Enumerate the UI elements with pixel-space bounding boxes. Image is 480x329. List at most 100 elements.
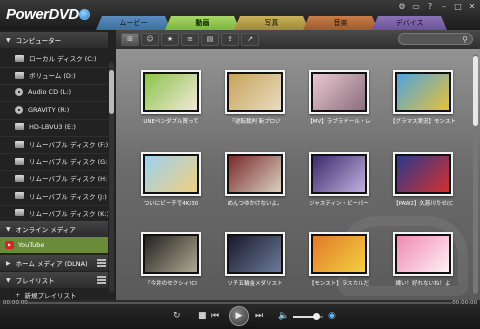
tab-photo[interactable]: 写真	[234, 16, 309, 30]
help-icon[interactable]: ?	[426, 3, 434, 11]
thumbnail-image	[145, 236, 197, 272]
sidebar-item-drive[interactable]: HD-LBVU3 (E:)	[0, 118, 108, 137]
sidebar-item-drive[interactable]: Audio CD (L:)	[0, 83, 108, 103]
close-icon[interactable]: ✕	[468, 3, 476, 11]
tab-device[interactable]: デバイス	[372, 16, 447, 30]
current-time: 00:00:00	[3, 300, 28, 306]
video-thumbnail[interactable]	[309, 70, 369, 114]
grid-view-icon[interactable]: ⊞	[121, 33, 139, 46]
drive-icon	[15, 157, 24, 165]
video-item[interactable]: 【グラマス実況】モンスト	[390, 70, 456, 128]
video-thumbnail[interactable]	[309, 152, 369, 196]
video-item[interactable]: ソチ五輪金メダリスト	[225, 232, 285, 290]
video-title: 縄い！好れないね！よ	[395, 281, 451, 287]
home-media-header[interactable]: ▶ ホーム メディア (DLNA)	[0, 255, 108, 271]
video-item[interactable]: ジャスティン・ビーバー	[309, 152, 369, 210]
video-item[interactable]: ついにビーチで4K/30	[141, 152, 201, 210]
title-bar: PowerDVD ムービー 動画 写真 音楽 デバイス ⚙ ▭ ? – □ ✕	[0, 0, 480, 30]
video-thumbnail[interactable]	[309, 232, 369, 276]
minimize-icon[interactable]: –	[440, 3, 448, 11]
play-button[interactable]: ▶	[229, 306, 249, 326]
drive-icon	[15, 209, 24, 217]
sidebar-item-drive[interactable]: ボリューム (D:)	[0, 66, 108, 86]
thumbnail-image	[229, 74, 281, 110]
video-item[interactable]: 『逆転裁判 新プロジ	[225, 70, 285, 128]
sidebar-item-drive[interactable]: リムーバブル ディスク (F:)	[0, 135, 108, 154]
computer-header[interactable]: ▼ コンピューター	[0, 32, 108, 48]
tv-icon[interactable]: ▭	[412, 3, 420, 11]
people-icon[interactable]: ☺	[141, 33, 159, 46]
eye-icon[interactable]: ◉	[328, 310, 336, 322]
tab-movie[interactable]: ムービー	[96, 16, 171, 30]
drive-label: ボリューム (D:)	[29, 72, 76, 81]
sidebar-item-new-playlist[interactable]: + 新規プレイリスト	[0, 289, 108, 300]
thumbnail-image	[229, 236, 281, 272]
video-thumbnail[interactable]	[141, 70, 201, 114]
player-bar: 00:00:00 00:00:00 ↻ ■ ⏮ ▶ ⏭ 🔈 ◉	[0, 300, 480, 329]
maximize-icon[interactable]: □	[454, 3, 462, 11]
repeat-icon[interactable]: ↻	[173, 310, 181, 322]
sidebar-item-drive[interactable]: リムーバブル ディスク (H:)	[0, 169, 108, 189]
video-item[interactable]: UNEペンダブル買って	[141, 70, 201, 128]
sidebar-item-drive[interactable]: ローカル ディスク (C:)	[0, 49, 108, 68]
thumbnail-image	[229, 156, 281, 192]
video-title: 【MV】ラブラドール・レ	[307, 119, 371, 125]
volume-knob[interactable]	[312, 313, 320, 320]
sidebar-item-youtube[interactable]: ▶ YouTube	[0, 237, 108, 253]
menu-icon[interactable]	[97, 259, 106, 267]
tab-music[interactable]: 音楽	[303, 16, 378, 30]
video-title: ジャスティン・ビーバー	[309, 201, 369, 207]
thumbnail-image	[397, 156, 449, 192]
gear-icon[interactable]: ⚙	[398, 3, 406, 11]
thumbnail-image	[397, 236, 449, 272]
next-icon[interactable]: ⏭	[255, 310, 263, 322]
search-input[interactable]: ⚲	[398, 33, 473, 45]
sidebar-item-drive[interactable]: リムーバブル ディスク (G:)	[0, 152, 108, 172]
tab-video[interactable]: 動画	[165, 16, 240, 30]
drive-icon	[15, 71, 24, 79]
sidebar-item-drive[interactable]: リムーバブル ディスク (J:)	[0, 187, 108, 206]
sidebar-item-drive[interactable]: GRAVITY (R:)	[0, 101, 108, 120]
previous-icon[interactable]: ⏮	[211, 310, 219, 322]
library-scroll-thumb[interactable]	[473, 56, 478, 126]
menu-icon[interactable]	[97, 276, 106, 284]
youtube-icon: ▶	[5, 241, 14, 249]
app-menu-icon[interactable]	[79, 9, 90, 20]
sidebar-scroll-thumb[interactable]	[109, 70, 114, 114]
disc-icon	[15, 105, 23, 114]
video-item[interactable]: 【MV】ラブラドール・レ	[307, 70, 371, 128]
video-thumbnail[interactable]	[225, 70, 285, 114]
sidebar-item-drive[interactable]: リムーバブル ディスク (K:)	[0, 204, 108, 223]
share-icon[interactable]: ↗	[241, 33, 259, 46]
video-thumbnail[interactable]	[225, 232, 285, 276]
video-title: 【モンスト】ラスカルだ	[308, 281, 370, 287]
playlist-header[interactable]: ▼ プレイリスト	[0, 272, 108, 288]
video-item[interactable]: 【モンスト】ラスカルだ	[309, 232, 369, 290]
volume-icon[interactable]: 🔈	[278, 310, 289, 322]
video-thumbnail[interactable]	[141, 232, 201, 276]
drive-icon	[15, 140, 24, 148]
slideshow-icon[interactable]: ▤	[201, 33, 219, 46]
drive-icon	[15, 123, 24, 131]
stop-icon[interactable]: ■	[198, 310, 207, 322]
drive-label: リムーバブル ディスク (F:)	[29, 141, 108, 149]
video-item[interactable]: 【PAW2】久慈川りせ(C	[393, 152, 453, 210]
video-library: ⊞ ☺ ★ ≡ ▤ ⇪ ↗ ⚲ UNEペンダブル買って 『逆転裁判 新プロジ 【MV…	[116, 30, 480, 300]
drive-label: HD-LBVU3 (E:)	[29, 122, 76, 131]
video-thumbnail[interactable]	[393, 232, 453, 276]
thumbnail-image	[145, 74, 197, 110]
video-thumbnail[interactable]	[225, 152, 285, 196]
star-icon[interactable]: ★	[161, 33, 179, 46]
video-item[interactable]: めんつゆかけないよ。	[225, 152, 285, 210]
list-view-icon[interactable]: ≡	[181, 33, 199, 46]
online-media-header[interactable]: ▼ オンライン メディア	[0, 221, 108, 237]
video-item[interactable]: 縄い！好れないね！よ	[393, 232, 453, 290]
video-thumbnail[interactable]	[141, 152, 201, 196]
seek-bar[interactable]	[27, 302, 452, 304]
search-icon: ⚲	[462, 35, 468, 44]
upload-icon[interactable]: ⇪	[221, 33, 239, 46]
video-thumbnail[interactable]	[393, 70, 453, 114]
home-media-label: ホーム メディア (DLNA)	[15, 260, 88, 268]
video-item[interactable]: 「今井のセクシィ!CI	[141, 232, 201, 290]
video-thumbnail[interactable]	[393, 152, 453, 196]
